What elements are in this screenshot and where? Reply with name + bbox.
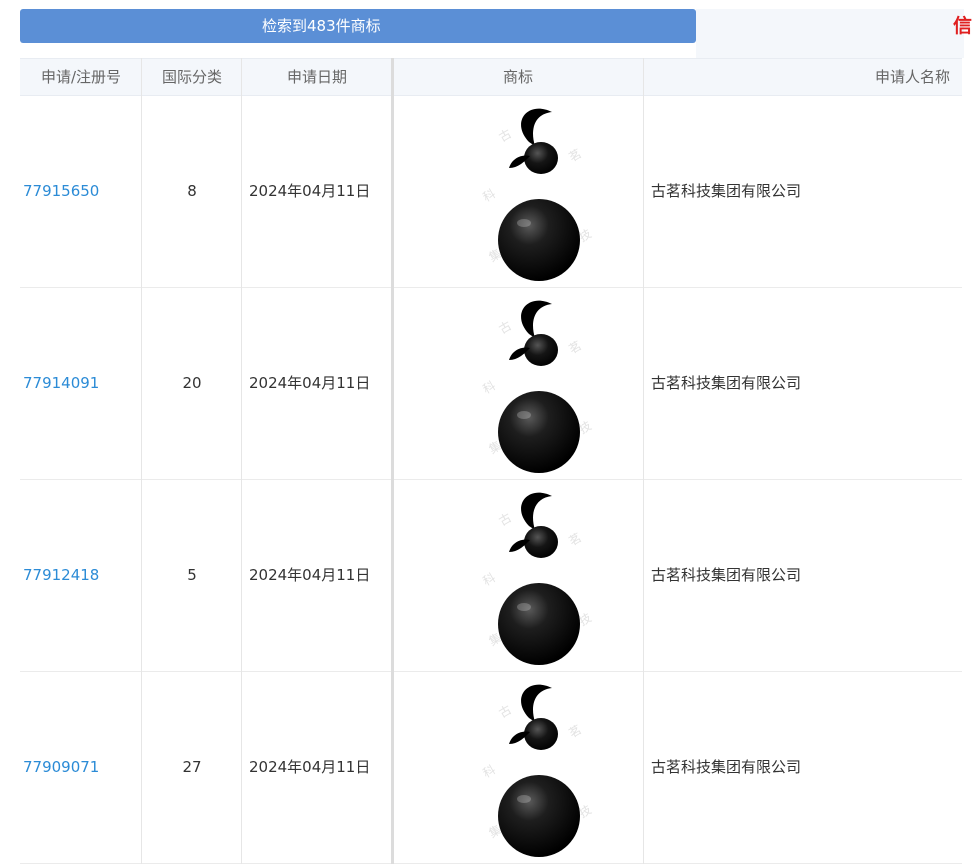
svg-text:古: 古 — [496, 318, 514, 337]
reg-no-link[interactable]: 77915650 — [23, 182, 99, 200]
reg-no-cell: 77915650 — [20, 96, 142, 287]
svg-text:科: 科 — [481, 570, 498, 588]
table-row: 77915650 8 2024年04月11日 古 茗 科 技 集 古茗科技集团有… — [20, 96, 962, 288]
applicant-cell: 古茗科技集团有限公司 — [651, 758, 802, 776]
header-class: 国际分类 — [161, 68, 222, 86]
header-applicant: 申请人名称 — [874, 68, 950, 86]
date-cell: 2024年04月11日 — [249, 374, 371, 392]
column-divider — [391, 58, 394, 864]
table-row: 77912418 5 2024年04月11日 古 茗 科 技 集 古茗科技集团有… — [20, 480, 962, 672]
reg-no-cell: 77909071 — [20, 672, 142, 863]
svg-text:茗: 茗 — [567, 338, 584, 356]
applicant-cell: 古茗科技集团有限公司 — [651, 182, 802, 200]
column-divider — [241, 58, 242, 864]
trademark-image[interactable]: 古 茗 科 技 集 — [472, 486, 622, 666]
svg-text:古: 古 — [496, 510, 514, 529]
table-body: 77915650 8 2024年04月11日 古 茗 科 技 集 古茗科技集团有… — [20, 96, 962, 864]
svg-text:茗: 茗 — [567, 722, 584, 740]
class-cell: 20 — [182, 374, 202, 392]
class-cell: 8 — [187, 182, 197, 200]
date-cell: 2024年04月11日 — [249, 566, 371, 584]
gourd-logo-image: 古 茗 科 技 集 — [481, 108, 594, 281]
class-cell: 27 — [182, 758, 202, 776]
top-strip-right — [696, 9, 964, 58]
column-divider — [141, 58, 142, 864]
svg-text:古: 古 — [496, 126, 514, 145]
table-row: 77909071 27 2024年04月11日 古 茗 科 技 集 古茗科技集团… — [20, 672, 962, 864]
trademark-image[interactable]: 古 茗 科 技 集 — [472, 102, 622, 282]
table-row: 77914091 20 2024年04月11日 古 茗 科 技 集 古茗科技集团… — [20, 288, 962, 480]
reg-no-cell: 77912418 — [20, 480, 142, 671]
svg-text:科: 科 — [481, 378, 498, 396]
header-reg-no: 申请/注册号 — [40, 68, 122, 86]
class-cell: 5 — [187, 566, 197, 584]
applicant-cell: 古茗科技集团有限公司 — [651, 374, 802, 392]
trademark-table: 申请/注册号 国际分类 申请日期 商标 申请人名称 77915650 8 202… — [20, 58, 962, 864]
svg-text:茗: 茗 — [567, 530, 584, 548]
column-divider — [643, 58, 644, 864]
date-cell: 2024年04月11日 — [249, 758, 371, 776]
svg-text:茗: 茗 — [567, 146, 584, 164]
gourd-logo-image: 古 茗 科 技 集 — [481, 300, 594, 473]
trademark-image[interactable]: 古 茗 科 技 集 — [472, 294, 622, 474]
svg-text:科: 科 — [481, 186, 498, 204]
gourd-logo-image: 古 茗 科 技 集 — [481, 492, 594, 665]
header-date: 申请日期 — [286, 68, 347, 86]
date-cell: 2024年04月11日 — [249, 182, 371, 200]
corner-mark: 信 — [953, 15, 972, 37]
applicant-cell: 古茗科技集团有限公司 — [651, 566, 802, 584]
header-trademark: 商标 — [502, 68, 533, 86]
trademark-image[interactable]: 古 茗 科 技 集 — [472, 678, 622, 858]
table-header: 申请/注册号 国际分类 申请日期 商标 申请人名称 — [20, 58, 962, 96]
reg-no-cell: 77914091 — [20, 288, 142, 479]
reg-no-link[interactable]: 77912418 — [23, 566, 99, 584]
result-count-bar: 检索到483件商标 — [20, 9, 696, 43]
gourd-logo-image: 古 茗 科 技 集 — [481, 684, 594, 857]
svg-text:古: 古 — [496, 702, 514, 721]
svg-text:科: 科 — [481, 762, 498, 780]
reg-no-link[interactable]: 77914091 — [23, 374, 99, 392]
reg-no-link[interactable]: 77909071 — [23, 758, 99, 776]
